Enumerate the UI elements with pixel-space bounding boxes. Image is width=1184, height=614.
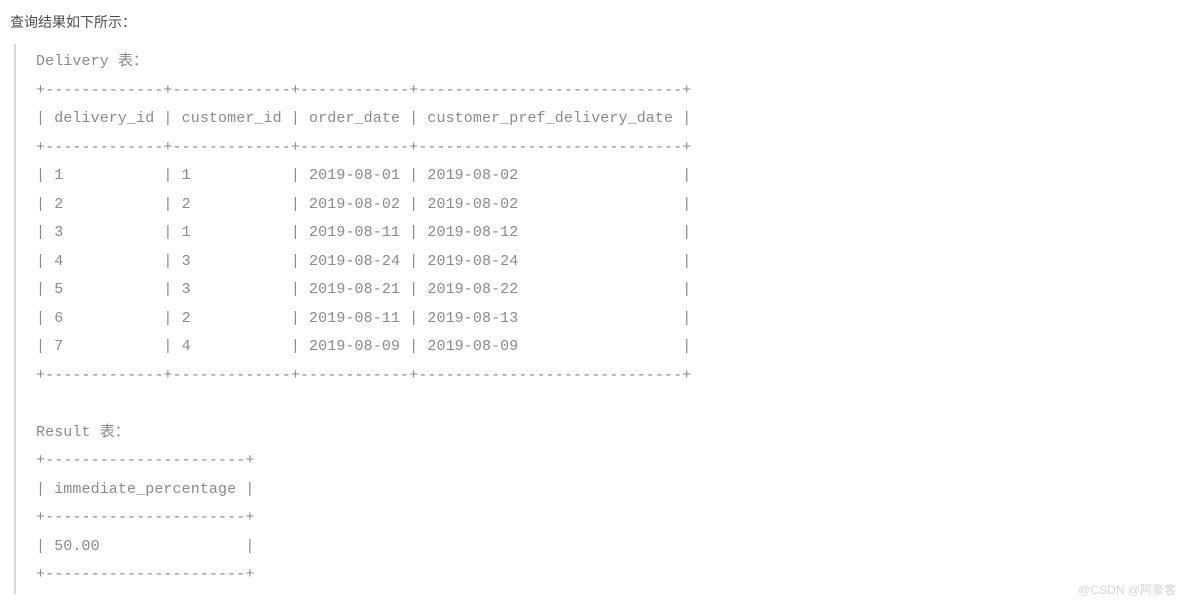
ascii-tables: Delivery 表： +-------------+-------------… bbox=[36, 48, 1174, 590]
watermark: @CSDN @阿豪客 bbox=[1078, 581, 1176, 598]
page-title: 查询结果如下所示： bbox=[10, 12, 1174, 32]
code-block: Delivery 表： +-------------+-------------… bbox=[14, 44, 1174, 594]
